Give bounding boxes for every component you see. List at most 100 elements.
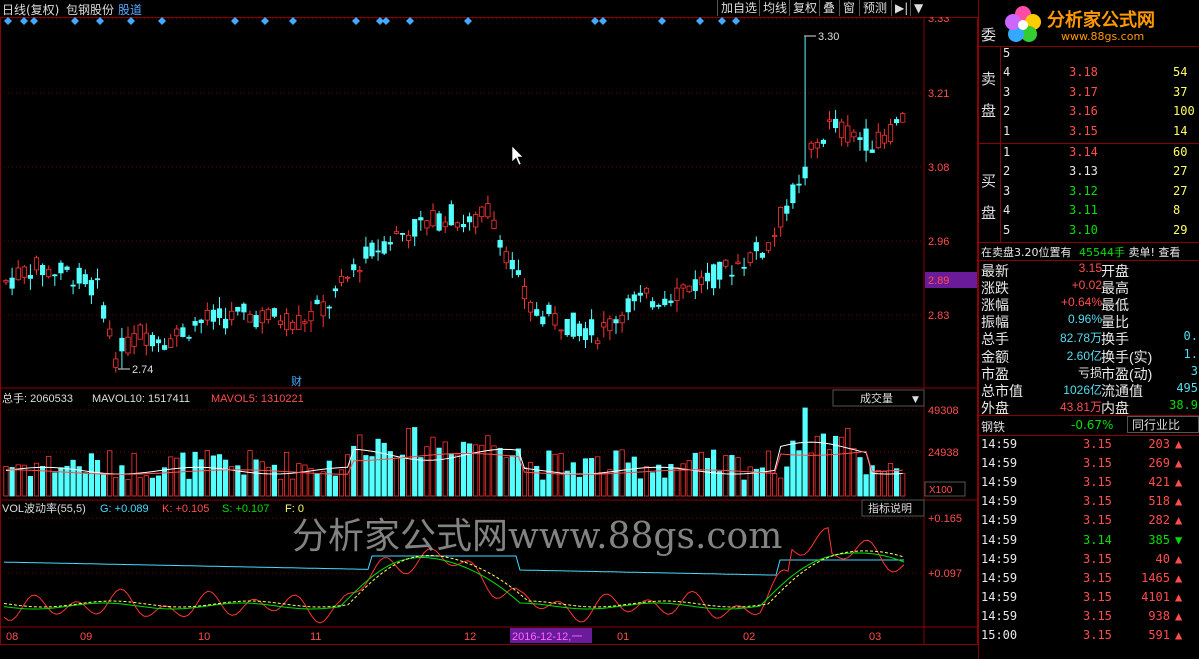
stock-tag-link[interactable]: 股道 (118, 1, 142, 18)
ask-row[interactable]: 3 3.17 37 (979, 85, 1199, 103)
volume-bar (399, 454, 406, 497)
bid-volume: 60 (1173, 145, 1188, 159)
candle-body (418, 217, 424, 221)
bid-row[interactable]: 2 3.13 27 (979, 164, 1199, 182)
signal-diamond-icon (96, 17, 104, 25)
candle-body (131, 333, 137, 347)
ma-button[interactable]: 均线 (759, 0, 791, 16)
bid-volume: 8 (1173, 203, 1181, 218)
candle-body (546, 304, 552, 315)
candle-body (210, 309, 216, 322)
forecast-button[interactable]: 预测 (859, 0, 891, 16)
candle-body (320, 301, 326, 317)
tick-price: 3.15 (1083, 628, 1112, 642)
candle-body (137, 324, 143, 340)
ask-level: 4 (1003, 65, 1011, 80)
volume-bar (259, 461, 265, 497)
financial-marker[interactable]: 财 (291, 374, 302, 388)
tick-time: 14:59 (981, 475, 1018, 490)
candle-body (839, 121, 845, 139)
sector-change: -0.67% (1071, 418, 1114, 432)
order-alert[interactable]: 在卖盘3.20位置有 45544手 卖单! 查看 (981, 244, 1180, 260)
signal-diamond-icon (732, 17, 740, 25)
volume-bar (540, 479, 546, 497)
stat-row: 最新 3.15 开盘 (979, 261, 1199, 279)
high-annotation: 3.30 (804, 31, 839, 43)
candle-body (558, 329, 564, 332)
volume-bar (564, 470, 570, 497)
signal-diamond-icon (382, 17, 390, 25)
bid-row[interactable]: 3 3.12 27 (979, 184, 1199, 202)
time-tick: 12 (464, 631, 476, 643)
indicator-s: S: +0.107 (222, 503, 269, 515)
ask-row[interactable]: 1 3.15 14 (979, 124, 1199, 142)
candle-body (857, 137, 863, 140)
volume-bar (717, 471, 723, 497)
candle-body (101, 305, 107, 319)
tick-time: 15:00 (981, 628, 1018, 642)
window-button[interactable]: 窗 (839, 0, 859, 16)
bid-row[interactable]: 4 3.11 8 (979, 203, 1199, 221)
logo-text: 分析家公式网 (1047, 10, 1155, 31)
candle-body (662, 298, 668, 306)
volume-bar (826, 449, 833, 497)
candle-body (509, 259, 515, 270)
volume-bar (88, 453, 94, 497)
up-arrow-icon: ▲ (1175, 570, 1183, 585)
peer-compare-button[interactable]: 同行业比 (1127, 416, 1199, 433)
candle-body (338, 275, 345, 283)
candle-body (460, 224, 467, 228)
candle-body (765, 242, 772, 251)
candle-body (302, 321, 308, 324)
bid-price: 3.10 (1069, 222, 1098, 237)
play-arrow-icon[interactable]: ▶| (891, 0, 912, 16)
volume-bar (778, 477, 784, 497)
ask-price: 3.16 (1069, 104, 1098, 119)
candle-body (204, 310, 210, 321)
volume-bar (253, 459, 259, 497)
signal-diamond-icon (231, 17, 239, 25)
candle-body (833, 118, 839, 129)
time-tick: 08 (6, 631, 18, 643)
period-label[interactable]: 日线(复权) (2, 1, 59, 18)
candle-body (161, 345, 168, 350)
candle-body (820, 139, 827, 144)
price-tick: 3.33 (928, 17, 949, 25)
stat-row: 市盈 亏损 市盈(动) 3 (979, 364, 1199, 382)
candle-body (613, 319, 619, 324)
tick-time: 14:59 (981, 608, 1018, 623)
ask-row[interactable]: 2 3.16 100 (979, 104, 1199, 122)
volume-bar (70, 459, 76, 497)
volume-bar (241, 474, 247, 497)
mouse-pointer-icon (511, 145, 524, 166)
volume-bar (229, 466, 235, 497)
candle-body (9, 277, 15, 289)
candle-body (424, 220, 430, 229)
candle-body (119, 337, 125, 352)
bid-row[interactable]: 5 3.10 29 (979, 223, 1199, 241)
ask-row[interactable]: 5 (979, 46, 1199, 64)
candle-body (723, 259, 729, 267)
volume-bar (552, 453, 558, 497)
tick-row: 14:59 3.15 1465 ▲ (979, 571, 1199, 589)
candle-body (741, 266, 747, 269)
ask-row[interactable]: 4 3.18 54 (979, 65, 1199, 83)
stat-value: +0.64% (1060, 295, 1102, 310)
signal-diamond-icon (658, 17, 666, 25)
kline-chart[interactable]: 3.30 2.74 财 3.33 3.21 3.08 2.96 2.83 2.8… (0, 17, 978, 659)
chart-toolbar: 日线(复权) 包钢股份 股道 加自选 均线 复权 叠 窗 预测 ▶| ▼ (0, 0, 978, 17)
bid-row[interactable]: 1 3.14 60 (979, 145, 1199, 163)
volume-bar (741, 479, 747, 497)
add-favorite-button[interactable]: 加自选 (717, 0, 761, 16)
candle-body (479, 206, 485, 218)
volume-bar (851, 448, 857, 497)
volume-bar (534, 465, 540, 497)
triangle-down-icon[interactable]: ▼ (910, 0, 927, 16)
adjust-button[interactable]: 复权 (789, 0, 821, 16)
sector-name: 钢铁 (981, 420, 1006, 434)
overlay-button[interactable]: 叠 (819, 0, 839, 16)
candle-body (369, 242, 375, 257)
candle-body (222, 318, 229, 329)
volume-tick: 24938 (928, 447, 959, 459)
tick-price: 3.15 (1083, 475, 1112, 490)
